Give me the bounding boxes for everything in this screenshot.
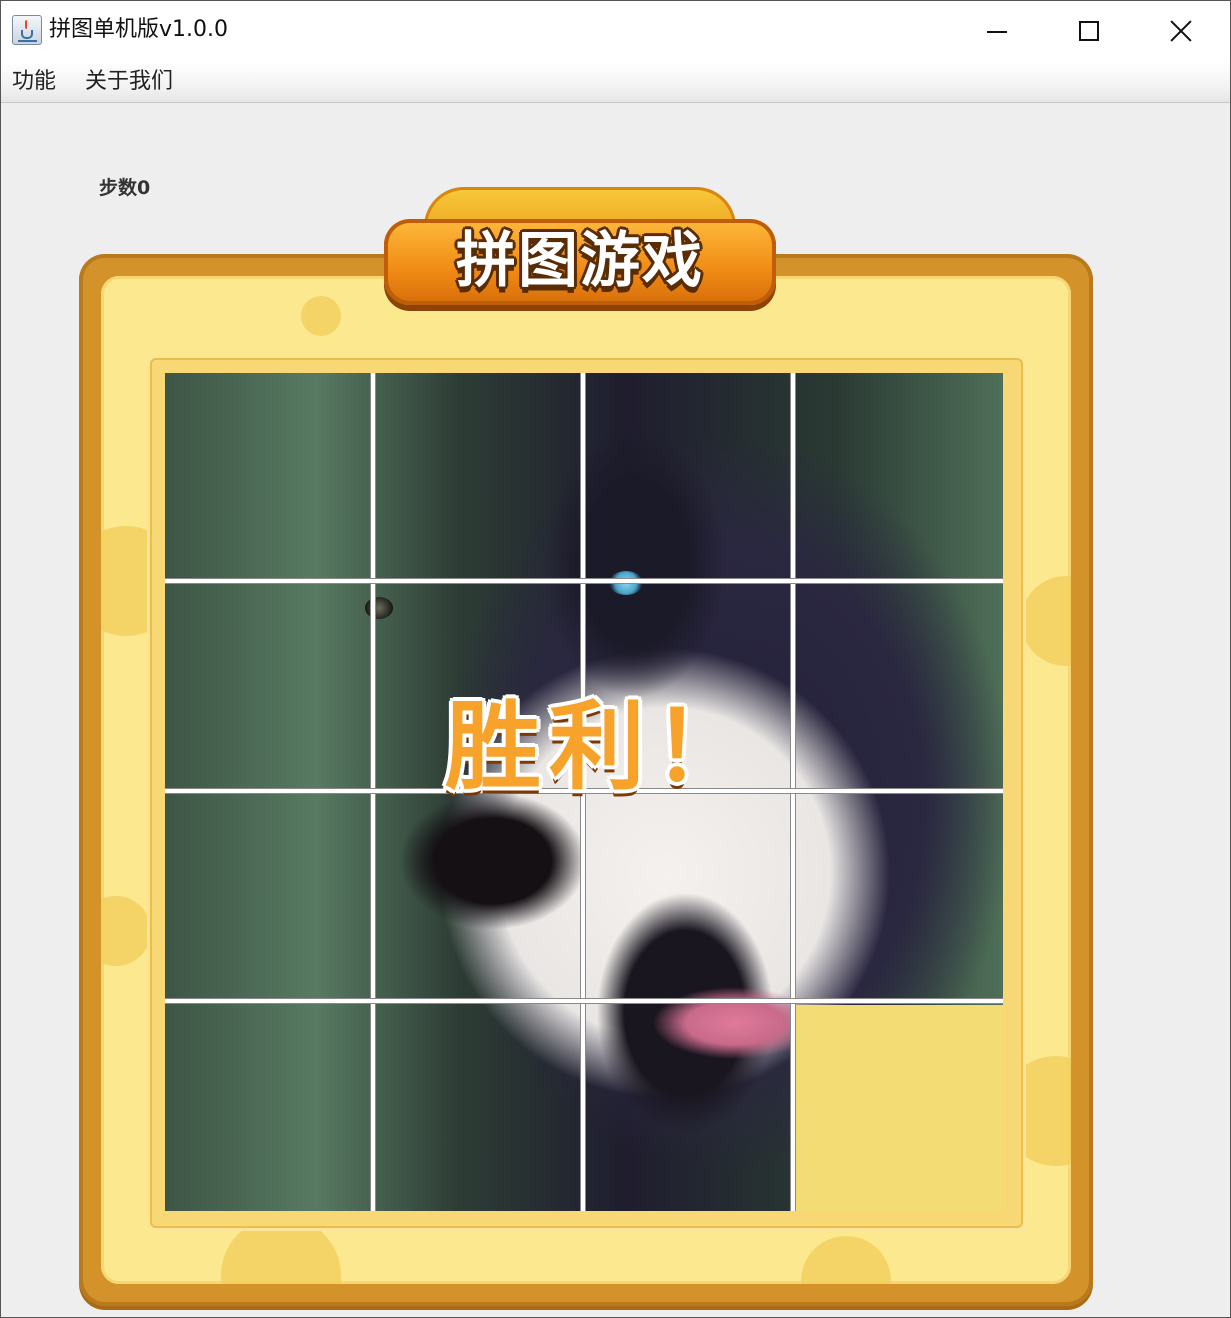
husky-eye-left xyxy=(365,597,393,619)
title-banner: 拼图游戏 xyxy=(384,187,776,314)
game-window: 拼图单机版v1.0.0 功能 关于我们 步数0 拼图游戏 胜利！ xyxy=(0,0,1231,1318)
victory-banner: 胜利！ xyxy=(445,691,757,803)
menu-about-us[interactable]: 关于我们 xyxy=(85,67,173,97)
maximize-icon xyxy=(1079,21,1099,41)
step-counter: 步数0 xyxy=(99,177,151,199)
husky-eye-right xyxy=(609,571,643,595)
window-title: 拼图单机版v1.0.0 xyxy=(49,17,228,42)
maximize-button[interactable] xyxy=(1043,1,1135,61)
title-bar[interactable]: 拼图单机版v1.0.0 xyxy=(1,1,1230,61)
menu-function[interactable]: 功能 xyxy=(12,67,56,97)
empty-tile[interactable] xyxy=(795,1005,1003,1211)
menu-bar: 功能 关于我们 xyxy=(1,61,1230,103)
java-coffee-icon xyxy=(12,15,42,45)
tile-divider xyxy=(165,999,1003,1003)
tile-divider xyxy=(165,579,1003,583)
minimize-button[interactable] xyxy=(951,1,1043,61)
minimize-icon xyxy=(987,31,1007,33)
banner-title: 拼图游戏 xyxy=(456,226,704,296)
close-button[interactable] xyxy=(1135,1,1227,61)
close-icon xyxy=(1169,19,1193,43)
